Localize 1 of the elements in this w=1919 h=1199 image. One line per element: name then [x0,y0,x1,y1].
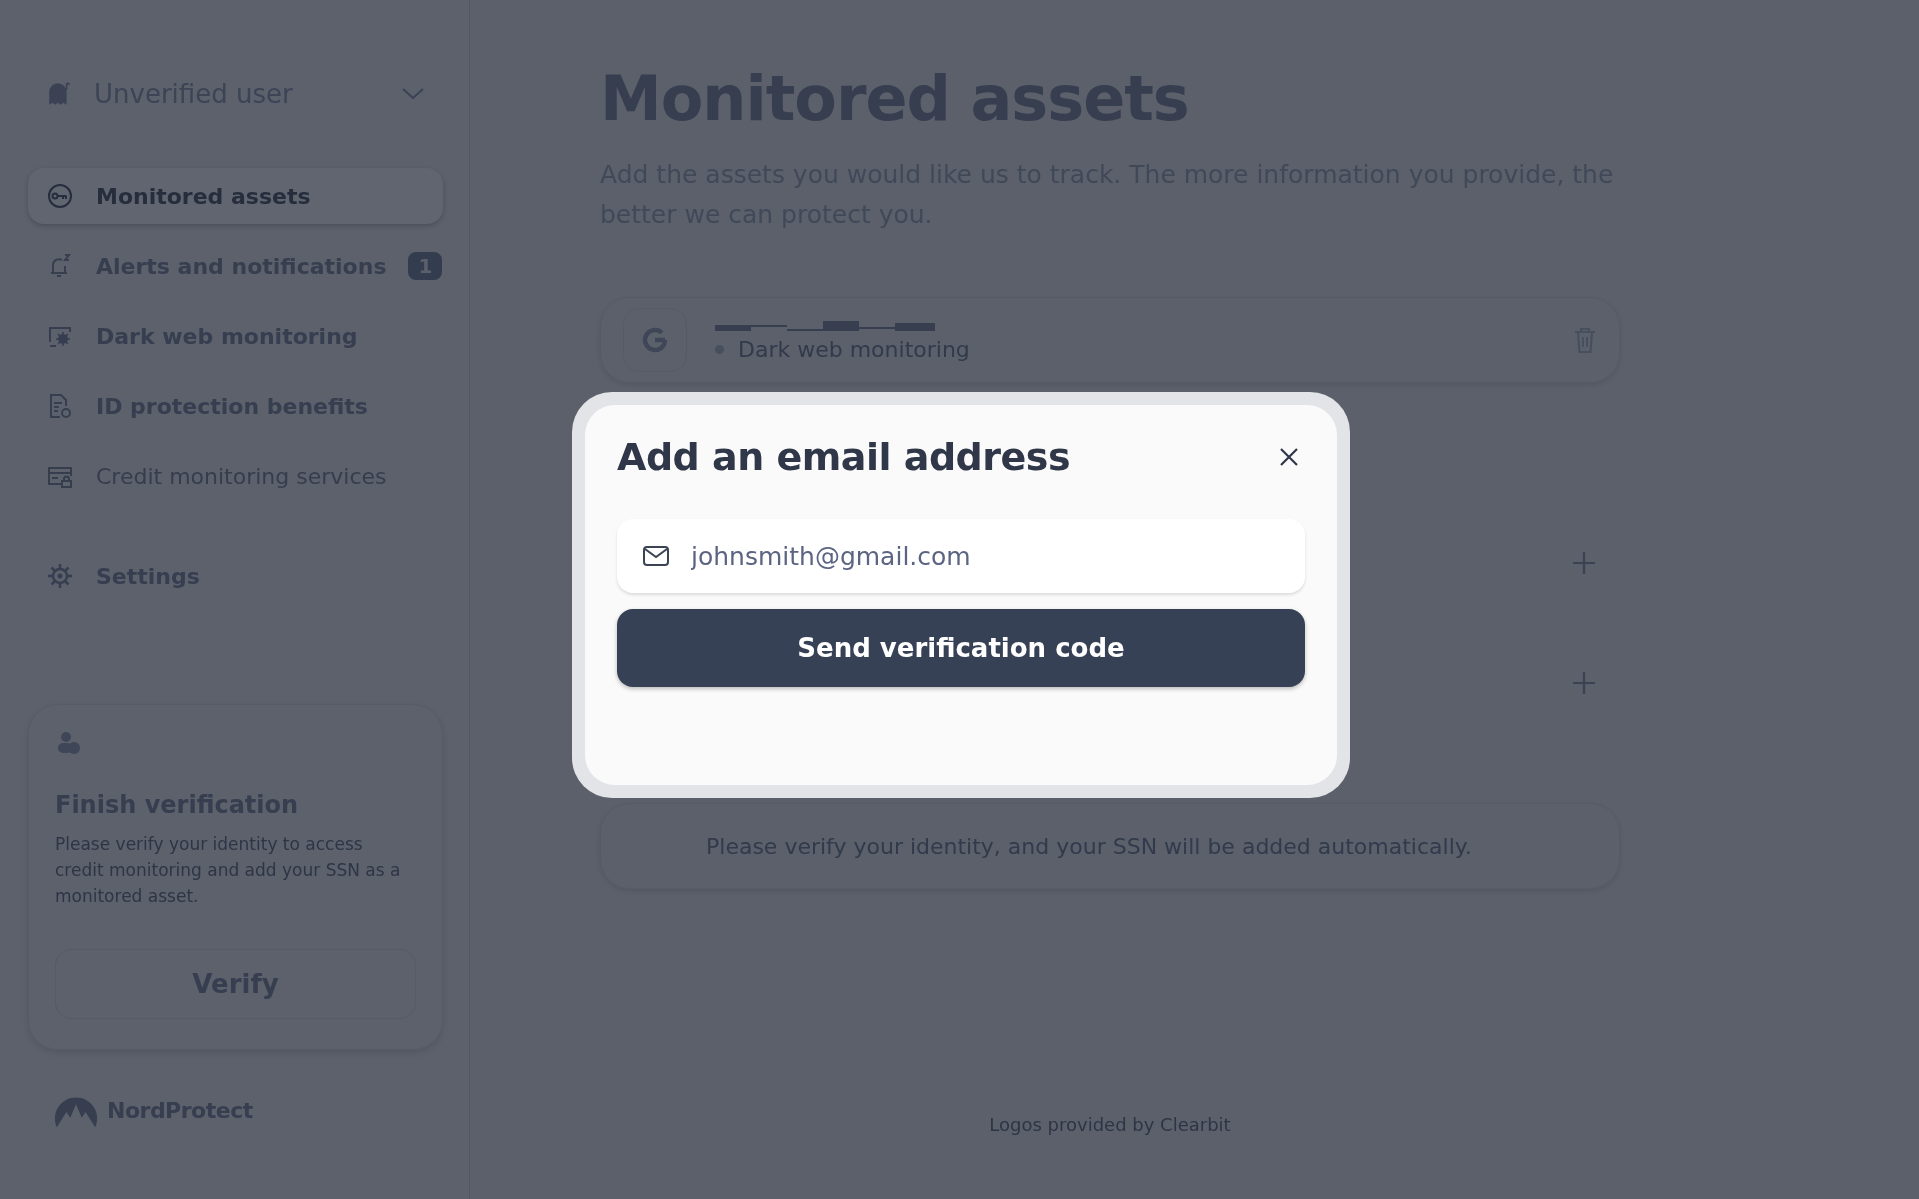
dialog-title: Add an email address [617,435,1071,479]
